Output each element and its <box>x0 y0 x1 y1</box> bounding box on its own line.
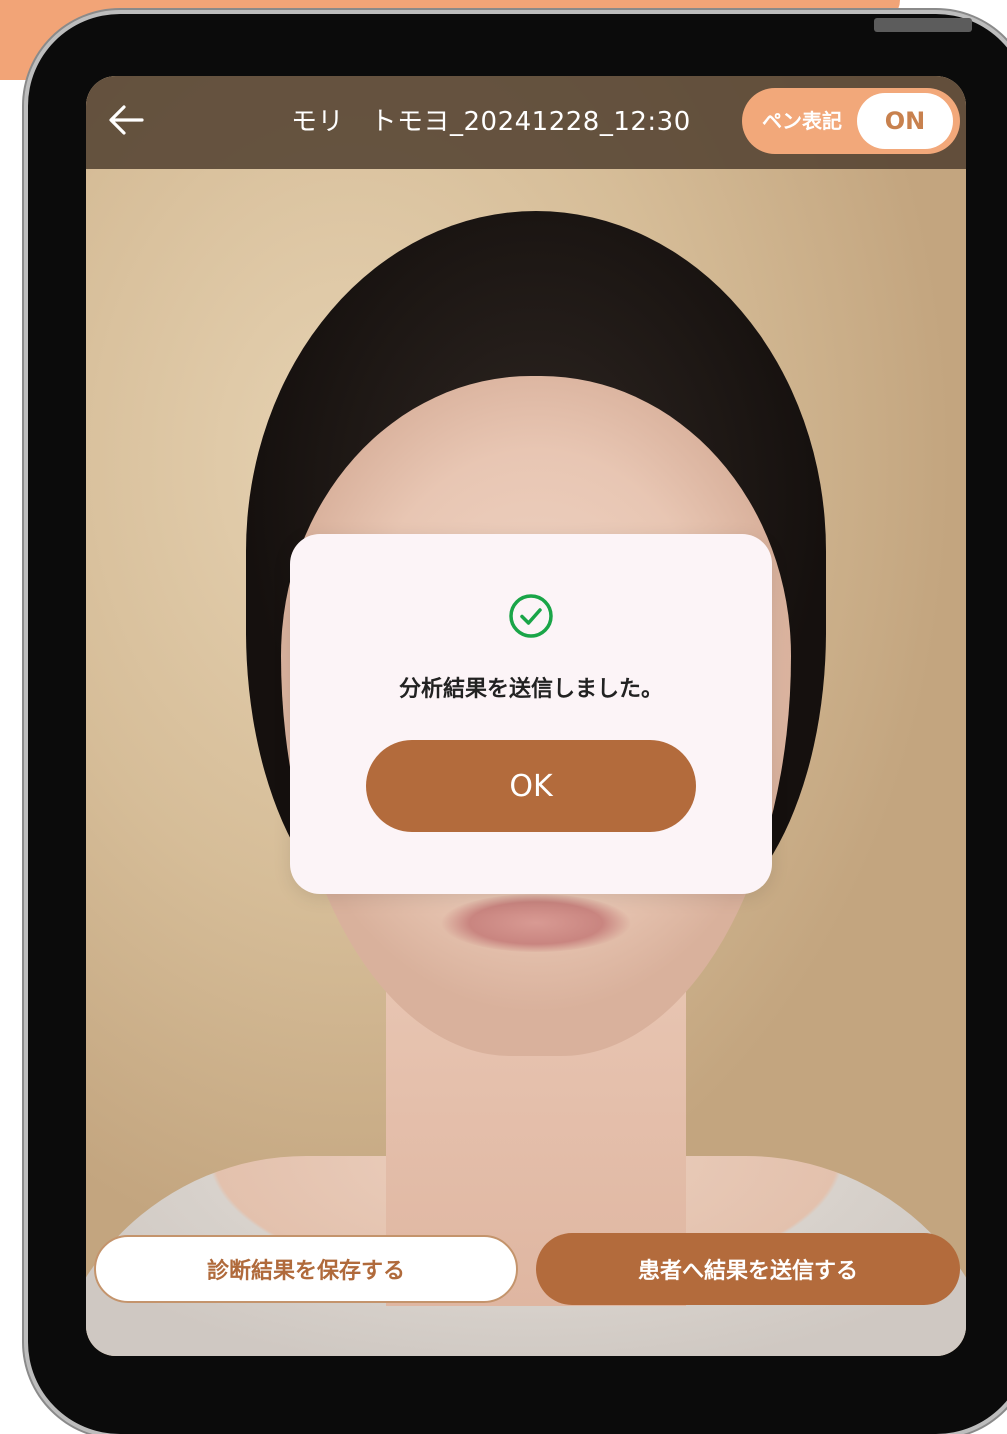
dialog-message: 分析結果を送信しました。 <box>398 677 663 702</box>
check-circle-icon <box>509 594 553 638</box>
pen-toggle-state: ON <box>857 93 953 149</box>
top-bar: モリ トモヨ_20241228_12:30 ペン表記 ON <box>86 76 966 169</box>
send-result-button[interactable]: 患者へ結果を送信する <box>536 1233 960 1305</box>
save-result-button[interactable]: 診断結果を保存する <box>94 1235 518 1303</box>
pen-toggle-label: ペン表記 <box>762 109 842 133</box>
photo-lips <box>441 894 631 952</box>
success-dialog: 分析結果を送信しました。 OK <box>290 534 772 894</box>
tablet-camera-bar <box>874 18 972 32</box>
app-screen: モリ トモヨ_20241228_12:30 ペン表記 ON 分析結果を送信しまし… <box>86 76 966 1356</box>
arrow-left-icon <box>109 105 144 135</box>
pen-mode-toggle[interactable]: ペン表記 ON <box>742 88 960 154</box>
back-button[interactable] <box>104 98 148 142</box>
ok-button[interactable]: OK <box>366 740 696 832</box>
